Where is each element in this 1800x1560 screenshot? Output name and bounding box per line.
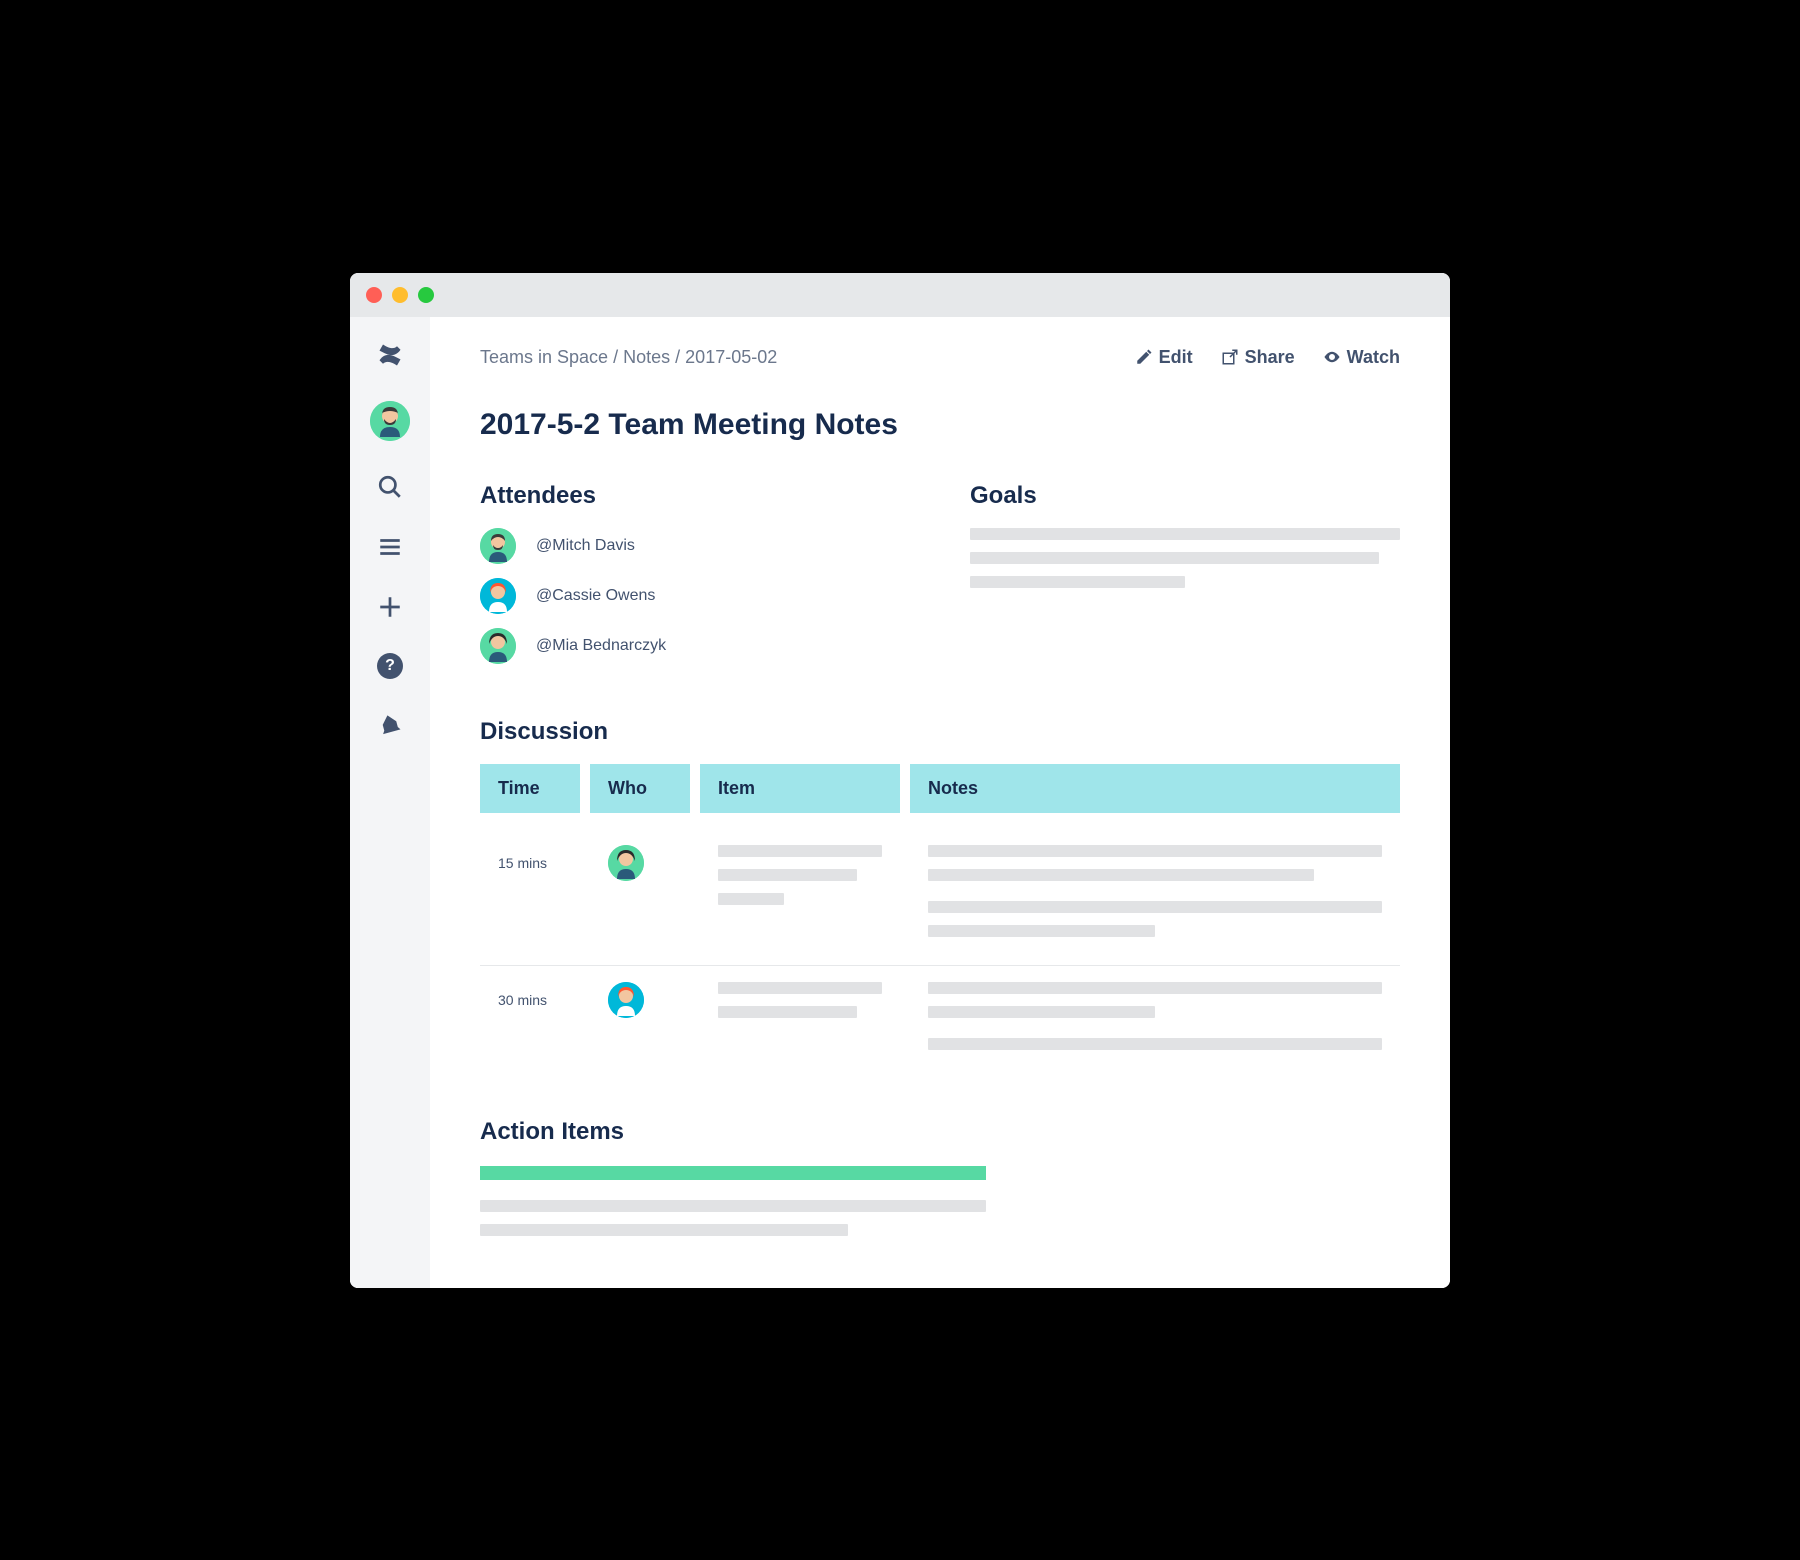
action-items-heading: Action Items — [480, 1118, 1400, 1146]
placeholder-line — [718, 1006, 857, 1018]
placeholder-line — [928, 1038, 1382, 1050]
share-label: Share — [1245, 347, 1295, 368]
column-header-who: Who — [590, 764, 690, 813]
help-icon[interactable]: ? — [377, 653, 403, 679]
placeholder-line — [928, 901, 1382, 913]
placeholder-line — [970, 528, 1400, 540]
edit-label: Edit — [1159, 347, 1193, 368]
column-header-item: Item — [700, 764, 900, 813]
cell-time: 15 mins — [480, 845, 580, 949]
goals-section: Goals — [970, 482, 1400, 678]
page-title: 2017-5-2 Team Meeting Notes — [480, 408, 1400, 442]
cell-time: 30 mins — [480, 982, 580, 1062]
close-window-button[interactable] — [366, 287, 382, 303]
row-avatar[interactable] — [608, 982, 644, 1018]
placeholder-line — [928, 869, 1314, 881]
menu-icon[interactable] — [376, 533, 404, 561]
cell-notes — [910, 982, 1400, 1062]
placeholder-line — [970, 576, 1185, 588]
goals-heading: Goals — [970, 482, 1400, 510]
app-body: ? Teams in Space / Notes / 2017-05-02 — [350, 317, 1450, 1288]
attendee-name[interactable]: @Cassie Owens — [536, 587, 655, 605]
attendees-section: Attendees @Mitch Davis @Cassie Owens — [480, 482, 910, 678]
placeholder-line — [718, 845, 882, 857]
placeholder-line — [928, 1006, 1155, 1018]
page-actions: Edit Share Watch — [1135, 347, 1400, 368]
breadcrumb[interactable]: Teams in Space / Notes / 2017-05-02 — [480, 347, 777, 368]
edit-button[interactable]: Edit — [1135, 347, 1193, 368]
eye-icon — [1323, 348, 1341, 366]
table-header: Time Who Item Notes — [480, 764, 1400, 813]
breadcrumb-section[interactable]: Notes — [623, 347, 670, 367]
search-icon[interactable] — [376, 473, 404, 501]
discussion-heading: Discussion — [480, 718, 1400, 746]
cell-who — [590, 982, 690, 1062]
share-button[interactable]: Share — [1221, 347, 1295, 368]
window-title-bar — [350, 273, 1450, 317]
watch-label: Watch — [1347, 347, 1400, 368]
placeholder-line — [480, 1224, 848, 1236]
placeholder-line — [928, 845, 1382, 857]
attendee-item: @Mia Bednarczyk — [480, 628, 910, 664]
attendee-avatar[interactable] — [480, 578, 516, 614]
attendee-name[interactable]: @Mitch Davis — [536, 537, 635, 555]
maximize-window-button[interactable] — [418, 287, 434, 303]
attendee-name[interactable]: @Mia Bednarczyk — [536, 637, 666, 655]
create-icon[interactable] — [376, 593, 404, 621]
action-items-section: Action Items — [480, 1118, 1400, 1236]
attendee-item: @Mitch Davis — [480, 528, 910, 564]
column-header-time: Time — [480, 764, 580, 813]
placeholder-line — [718, 982, 882, 994]
sidebar: ? — [350, 317, 430, 1288]
minimize-window-button[interactable] — [392, 287, 408, 303]
placeholder-line — [928, 925, 1155, 937]
column-header-notes: Notes — [910, 764, 1400, 813]
notification-icon[interactable] — [376, 711, 404, 739]
row-avatar[interactable] — [608, 845, 644, 881]
attendee-avatar[interactable] — [480, 628, 516, 664]
placeholder-line — [928, 982, 1382, 994]
cell-who — [590, 845, 690, 949]
cell-notes — [910, 845, 1400, 949]
user-avatar[interactable] — [370, 401, 410, 441]
cell-item — [700, 845, 900, 949]
page-header-row: Teams in Space / Notes / 2017-05-02 Edit — [480, 347, 1400, 368]
attendees-heading: Attendees — [480, 482, 910, 510]
discussion-section: Discussion Time Who Item Notes 15 mins — [480, 718, 1400, 1078]
table-row: 30 mins — [480, 966, 1400, 1078]
attendee-avatar[interactable] — [480, 528, 516, 564]
table-row: 15 mins — [480, 829, 1400, 966]
placeholder-line — [970, 552, 1379, 564]
main-content: Teams in Space / Notes / 2017-05-02 Edit — [430, 317, 1450, 1288]
placeholder-line — [718, 869, 857, 881]
pencil-icon — [1135, 348, 1153, 366]
share-icon — [1221, 348, 1239, 366]
placeholder-line — [718, 893, 784, 905]
watch-button[interactable]: Watch — [1323, 347, 1400, 368]
cell-item — [700, 982, 900, 1062]
action-item-highlight — [480, 1166, 986, 1180]
top-columns: Attendees @Mitch Davis @Cassie Owens — [480, 482, 1400, 678]
app-window: ? Teams in Space / Notes / 2017-05-02 — [350, 273, 1450, 1288]
confluence-logo-icon[interactable] — [376, 341, 404, 369]
breadcrumb-space[interactable]: Teams in Space — [480, 347, 608, 367]
breadcrumb-page[interactable]: 2017-05-02 — [685, 347, 777, 367]
placeholder-line — [480, 1200, 986, 1212]
attendee-item: @Cassie Owens — [480, 578, 910, 614]
